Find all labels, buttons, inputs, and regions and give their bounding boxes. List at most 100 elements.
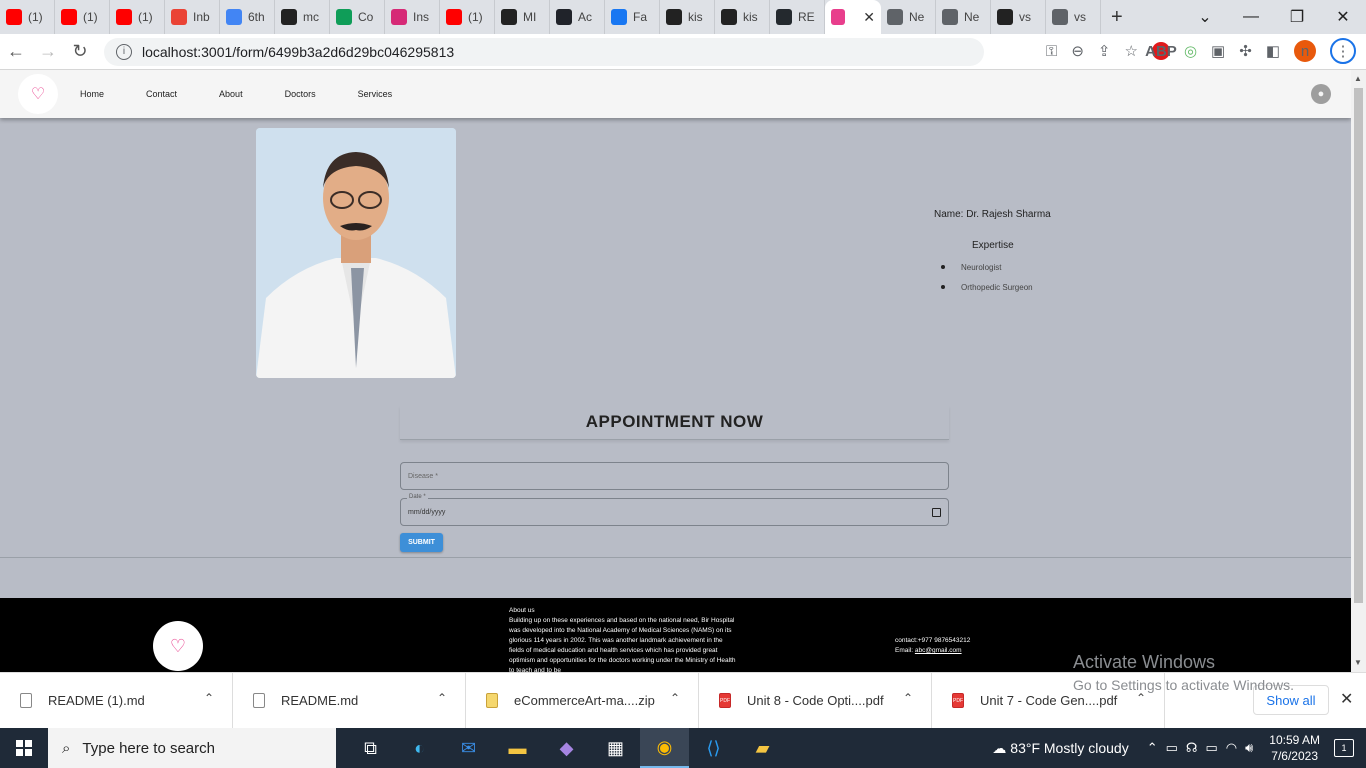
windows-start-icon[interactable]: [0, 740, 48, 756]
minimize-button[interactable]: —: [1228, 0, 1274, 34]
back-button[interactable]: ←: [0, 41, 32, 62]
account-icon[interactable]: ●: [1311, 84, 1331, 104]
store-icon[interactable]: ▦: [591, 728, 640, 768]
file-explorer-icon[interactable]: ▬: [493, 728, 542, 768]
download-options-icon[interactable]: ⌃: [903, 691, 913, 705]
bookmark-star-icon[interactable]: ☆: [1125, 42, 1138, 60]
tab-title: Ne: [964, 10, 980, 24]
key-icon[interactable]: ⚿: [1046, 43, 1057, 60]
app-logo[interactable]: ♡: [18, 74, 58, 114]
download-options-icon[interactable]: ⌃: [670, 691, 680, 705]
browser-tab[interactable]: ✕: [825, 0, 881, 34]
tab-title: Ac: [578, 10, 593, 24]
browser-tab[interactable]: Ne: [881, 0, 936, 34]
chrome-menu-icon[interactable]: ⋮: [1330, 38, 1356, 64]
browser-tab[interactable]: (1): [440, 0, 495, 34]
chrome-icon[interactable]: ◉: [640, 728, 689, 768]
browser-tab[interactable]: vs: [1046, 0, 1101, 34]
browser-tab[interactable]: (1): [110, 0, 165, 34]
task-view-icon[interactable]: ⧉: [346, 728, 395, 768]
close-download-shelf-icon[interactable]: ✕: [1340, 689, 1353, 709]
extension-circle-icon[interactable]: ◎: [1184, 42, 1197, 60]
close-tab-icon[interactable]: ✕: [863, 9, 875, 26]
volume-icon[interactable]: 🔊︎: [1245, 740, 1253, 756]
download-item[interactable]: README.md ⌃: [233, 672, 466, 729]
download-item[interactable]: eCommerceArt-ma....zip ⌃: [466, 672, 699, 729]
download-item[interactable]: README (1).md ⌃: [0, 672, 233, 729]
browser-tab[interactable]: kis: [660, 0, 715, 34]
scroll-down-icon[interactable]: ▼: [1354, 658, 1362, 667]
media-icon[interactable]: ▣: [1211, 42, 1225, 60]
forward-button[interactable]: →: [32, 41, 64, 62]
md-file-icon: [253, 693, 265, 708]
browser-tab-strip: (1) (1) (1) Inb 6th mc Co Ins (1) MI Ac Fa kis kis RE ✕…: [0, 0, 1366, 34]
scrollbar-thumb[interactable]: [1354, 88, 1363, 603]
tab-search-icon[interactable]: ⌄: [1182, 0, 1228, 34]
tray-chevron-icon[interactable]: ⌃: [1147, 740, 1158, 756]
zoom-icon[interactable]: ⊖: [1071, 42, 1084, 60]
network-status-icon[interactable]: ☊: [1186, 740, 1198, 756]
edge-icon[interactable]: ◐: [395, 728, 444, 768]
disease-input[interactable]: Disease *: [400, 462, 949, 490]
taskbar-apps: ⧉ ◐ ✉ ▬ ◆ ▦ ◉ ⟨⟩ ▰: [346, 728, 787, 768]
site-info-icon[interactable]: i: [116, 43, 132, 60]
profile-avatar[interactable]: n: [1294, 40, 1316, 62]
browser-tab[interactable]: RE: [770, 0, 825, 34]
browser-tab[interactable]: Ins: [385, 0, 440, 34]
nav-doctors[interactable]: Doctors: [285, 89, 316, 99]
browser-tab[interactable]: kis: [715, 0, 770, 34]
wifi-icon[interactable]: ◠: [1226, 740, 1237, 756]
scroll-up-icon[interactable]: ▲: [1354, 74, 1362, 83]
activate-windows-subtitle: Go to Settings to activate Windows.: [1073, 677, 1294, 693]
email-link[interactable]: abc@gmail.com: [915, 647, 962, 654]
download-options-icon[interactable]: ⌃: [437, 691, 447, 705]
browser-tab[interactable]: vs: [991, 0, 1046, 34]
submit-button[interactable]: SUBMIT: [400, 533, 443, 552]
calendar-icon[interactable]: [932, 508, 941, 517]
reload-button[interactable]: ↻: [64, 41, 96, 62]
browser-tab[interactable]: Co: [330, 0, 385, 34]
browser-tab[interactable]: Ne: [936, 0, 991, 34]
weather-widget[interactable]: ☁ 83°F Mostly cloudy: [992, 740, 1128, 757]
browser-tab[interactable]: Ac: [550, 0, 605, 34]
restore-button[interactable]: ❐: [1274, 0, 1320, 34]
download-item[interactable]: PDF Unit 8 - Code Opti....pdf ⌃: [699, 672, 932, 729]
browser-tab[interactable]: (1): [55, 0, 110, 34]
zip-file-icon: [486, 693, 498, 708]
gmail-icon: [171, 9, 187, 25]
adblock-extension-icon[interactable]: ABP: [1145, 42, 1177, 60]
nav-services[interactable]: Services: [358, 89, 393, 99]
visual-studio-icon[interactable]: ◆: [542, 728, 591, 768]
page-scrollbar[interactable]: ▲ ▼: [1351, 70, 1366, 672]
browser-tab[interactable]: mc: [275, 0, 330, 34]
nav-contact[interactable]: Contact: [146, 89, 177, 99]
download-options-icon[interactable]: ⌃: [204, 691, 214, 705]
date-input[interactable]: Date * mm/dd/yyyy: [400, 494, 949, 526]
browser-tab[interactable]: Inb: [165, 0, 220, 34]
disease-placeholder: Disease *: [408, 472, 438, 480]
browser-tab[interactable]: MI: [495, 0, 550, 34]
nav-about[interactable]: About: [219, 89, 243, 99]
close-window-button[interactable]: ✕: [1320, 0, 1366, 34]
meet-now-icon[interactable]: ▭: [1166, 740, 1178, 756]
vscode-icon[interactable]: ⟨⟩: [689, 728, 738, 768]
url-bar[interactable]: i localhost:3001/form/6499b3a2d6d29bc046…: [104, 37, 984, 66]
mail-icon[interactable]: ✉: [444, 728, 493, 768]
sticky-notes-icon[interactable]: ▰: [738, 728, 787, 768]
browser-tab[interactable]: (1): [0, 0, 55, 34]
browser-tab[interactable]: 6th: [220, 0, 275, 34]
battery-icon[interactable]: ▭: [1205, 740, 1217, 756]
clock-date: 7/6/2023: [1271, 749, 1318, 763]
taskbar-search-box[interactable]: ⌕ Type here to search: [48, 728, 336, 768]
footer-logo[interactable]: ♡: [153, 621, 203, 671]
notification-center-icon[interactable]: 1: [1334, 739, 1354, 757]
tab-title: Inb: [193, 10, 210, 24]
extensions-puzzle-icon[interactable]: ✣: [1239, 42, 1252, 60]
side-panel-icon[interactable]: ◧: [1266, 42, 1280, 60]
clock[interactable]: 10:59 AM 7/6/2023: [1269, 732, 1320, 764]
share-icon[interactable]: ⇪: [1098, 42, 1111, 60]
nav-home[interactable]: Home: [80, 89, 104, 99]
new-tab-button[interactable]: +: [1111, 6, 1123, 29]
browser-tab[interactable]: Fa: [605, 0, 660, 34]
github-icon: [997, 9, 1013, 25]
